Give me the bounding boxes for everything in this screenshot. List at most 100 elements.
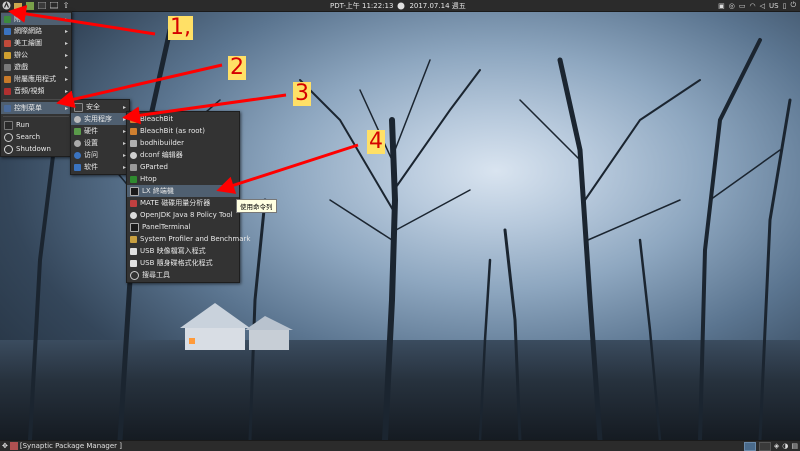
menu-item-search[interactable]: Search [1,131,71,143]
annotation-label-1: 1, [168,15,193,40]
menu-label: BleachBit [140,115,174,123]
battery-icon[interactable]: ▯ [783,2,787,10]
menu-label: MATE 磁碟用量分析器 [140,199,211,207]
settings-icon [74,139,81,147]
software-icon [74,163,81,171]
htop-icon [130,175,137,183]
menu-item-accessories[interactable]: 附屬應用程式 ▸ [1,73,71,85]
menu-label: OpenJDK Java 8 Policy Tool [140,211,233,219]
bodhibuilder-icon [130,139,137,147]
menu-label: 实用程序 [84,115,112,123]
app-item-htop[interactable]: Htop [127,173,239,185]
run-icon [4,120,13,130]
app-item-bodhibuilder[interactable]: bodhibuilder [127,137,239,149]
games-icon [4,63,11,71]
trash-icon[interactable]: ▤ [791,442,798,450]
menu-label: bodhibuilder [140,139,184,147]
terminal-icon[interactable] [37,1,47,11]
menu-item-network[interactable]: 網際網路 ▸ [1,25,71,37]
menu-label: System Profiler and Benchmark [140,235,251,243]
power-icon[interactable]: ⏻ [790,1,796,10]
chevron-right-icon: ▸ [64,87,68,95]
menu-item-control[interactable]: 控制菜单 ▸ [1,102,71,114]
synaptic-icon [9,442,18,450]
update-icon[interactable]: ◎ [729,2,735,10]
utilities-icon [74,115,81,123]
disk-usage-icon [130,199,137,207]
clock-date: 2017.07.14 週五 [409,1,466,10]
workspace-1[interactable] [743,441,756,451]
submenu-item-access[interactable]: 访问 ▸ [71,149,129,161]
menu-label: Shutdown [16,145,51,153]
menu-label: USB 隨身碟格式化程式 [140,259,213,267]
menu-label: 控制菜单 [14,104,42,112]
app-item-dconf[interactable]: dconf 编辑器 [127,149,239,161]
main-menu: 附 ▸ 網際網路 ▸ 美工繪圖 ▸ 辦公 ▸ 遊戲 ▸ 附屬應用程式 ▸ 音頻/視頻 ▸ 控制… [0,11,72,157]
app-item-usb-formatter[interactable]: USB 隨身碟格式化程式 [127,257,239,269]
clock-time: PDT-上午 11:22:13 [330,1,394,10]
submenu-item-security[interactable]: 安全 ▸ [71,101,129,113]
menu-item-office[interactable]: 辦公 ▸ [1,49,71,61]
bottom-panel: ✥ [Synaptic Package Manager ] ◈ ◑ ▤ [0,440,800,451]
menu-item-graphics[interactable]: 美工繪圖 ▸ [1,37,71,49]
start-menu-button[interactable] [1,1,11,11]
display-icon[interactable]: ▭ [739,2,746,10]
desktop-icon[interactable] [49,1,59,11]
menu-item-games[interactable]: 遊戲 ▸ [1,61,71,73]
clock-area[interactable]: PDT-上午 11:22:13 2017.07.14 週五 [330,0,466,11]
app-item-gparted[interactable]: GParted [127,161,239,173]
menu-item-run[interactable]: Run [1,119,71,131]
menu-item-shutdown[interactable]: Shutdown [1,143,71,155]
terminal-icon [130,222,139,232]
menu-label: GParted [140,163,168,171]
chevron-right-icon: ▸ [122,103,126,111]
shield-icon[interactable]: ◈ [774,442,779,450]
move-icon[interactable]: ✥ [2,442,8,450]
menu-item-internet[interactable]: 附 ▸ [1,13,71,25]
app-item-panelterminal[interactable]: PanelTerminal [127,221,239,233]
file-manager-icon[interactable] [13,1,23,11]
submenu-item-settings[interactable]: 设置 ▸ [71,137,129,149]
app-item-java-policy[interactable]: OpenJDK Java 8 Policy Tool [127,209,239,221]
submenu-item-software[interactable]: 软件 ▸ [71,161,129,173]
menu-label: 访问 [84,151,98,159]
house [180,303,293,350]
app-item-search-tool[interactable]: 搜尋工具 [127,269,239,281]
wifi-icon[interactable]: ◠ [750,2,756,10]
bleachbit-icon [130,127,137,135]
office-icon [4,51,11,59]
network-icon[interactable]: ▣ [718,2,725,10]
taskbar-item-synaptic[interactable]: [Synaptic Package Manager ] [9,442,122,450]
submenu-item-hardware[interactable]: 硬件 ▸ [71,125,129,137]
app-item-usb-writer[interactable]: USB 映像檔寫入程式 [127,245,239,257]
app-item-lx-terminal[interactable]: LX 終端機 [127,185,239,197]
app-item-system-profiler[interactable]: System Profiler and Benchmark [127,233,250,245]
up-arrow-icon[interactable]: ⇧ [61,1,71,11]
desktop-wallpaper [0,0,800,450]
menu-label: PanelTerminal [142,223,191,231]
volume-icon[interactable]: ◁ [760,2,765,10]
calendar-icon [397,2,405,9]
annotation-label-3: 3 [293,81,311,106]
menu-label: BleachBit (as root) [140,127,206,135]
chevron-right-icon: ▸ [64,39,68,47]
menu-label: 音頻/視頻 [14,87,45,95]
app-item-bleachbit-root[interactable]: BleachBit (as root) [127,125,239,137]
menu-label: 附屬應用程式 [14,75,56,83]
browser-icon[interactable] [25,1,35,11]
control-submenu: 安全 ▸ 实用程序 ▸ 硬件 ▸ 设置 ▸ 访问 ▸ 软件 ▸ [70,99,130,175]
menu-item-media[interactable]: 音頻/視頻 ▸ [1,85,71,97]
menu-label: 網際網路 [14,27,42,35]
internet-icon [4,15,11,23]
access-icon [74,151,81,159]
keyboard-layout[interactable]: US [769,2,779,10]
hardware-icon [74,127,81,135]
show-desktop-icon[interactable]: ◑ [782,442,788,450]
dconf-icon [130,151,137,159]
menu-label: dconf 编辑器 [140,151,183,159]
submenu-item-utilities[interactable]: 实用程序 ▸ [71,113,129,125]
app-item-bleachbit[interactable]: BleachBit [127,113,239,125]
usb-icon [130,247,137,255]
app-item-disk-usage[interactable]: MATE 磁碟用量分析器 [127,197,239,209]
workspace-2[interactable] [758,441,771,451]
